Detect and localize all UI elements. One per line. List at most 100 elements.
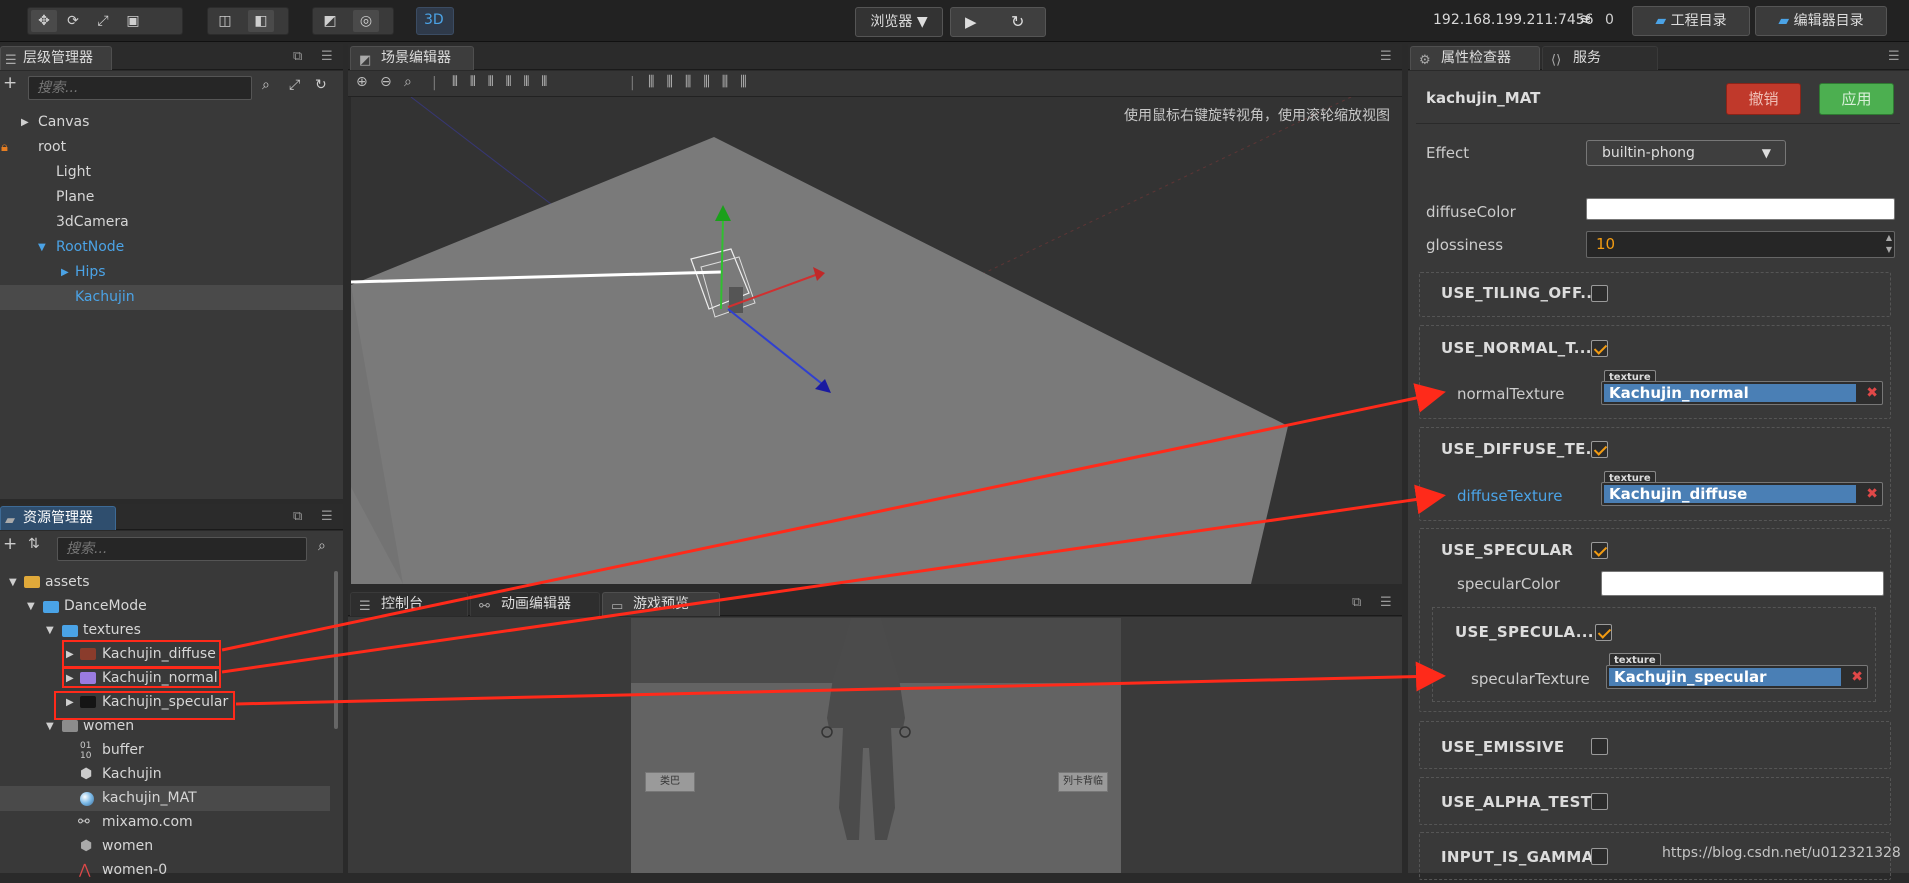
caret-down-icon[interactable]: ▼ — [27, 594, 35, 619]
caret-right-icon[interactable]: ▶ — [21, 110, 29, 135]
node-hips[interactable]: ▶ Hips — [0, 260, 343, 285]
sort-icon[interactable]: ⇅ — [28, 536, 40, 552]
browser-select[interactable]: 浏览器 ▼ — [855, 7, 943, 37]
specular-texture-field[interactable]: Kachujin_specular ✖ — [1606, 665, 1868, 689]
maximize-icon[interactable]: ⧉ — [293, 509, 302, 524]
specular-color-picker[interactable] — [1601, 571, 1884, 596]
use-tiling-label: USE_TILING_OFF... — [1441, 284, 1599, 302]
caret-down-icon[interactable]: ▼ — [46, 618, 54, 643]
apply-button[interactable]: 应用 — [1819, 83, 1894, 115]
asset-dancemode[interactable]: ▼ DanceMode — [0, 594, 330, 619]
expand-icon[interactable]: ⤢ — [289, 77, 300, 93]
maximize-icon[interactable]: ⧉ — [293, 49, 302, 64]
refresh-icon[interactable]: ↻ — [315, 77, 327, 93]
caret-down-icon[interactable]: ▼ — [9, 570, 17, 595]
maximize-icon[interactable]: ⧉ — [1352, 595, 1361, 610]
pivot-icon[interactable]: ◫ — [212, 10, 238, 32]
move-tool-icon[interactable]: ✥ — [31, 10, 57, 32]
diffuse-texture-field[interactable]: Kachujin_diffuse ✖ — [1601, 482, 1883, 506]
clear-icon[interactable]: ✖ — [1866, 384, 1878, 402]
node-light[interactable]: Light — [0, 160, 343, 185]
use-specular-checkbox[interactable] — [1591, 542, 1608, 559]
scene-viewport[interactable]: 使用鼠标右键旋转视角，使用滚轮缩放视图 — [351, 97, 1402, 584]
editor-dir-button[interactable]: ▰ 编辑器目录 — [1755, 6, 1887, 36]
use-tiling-checkbox[interactable] — [1591, 285, 1608, 302]
caret-right-icon[interactable]: ▶ — [61, 260, 69, 285]
use-emissive-label: USE_EMISSIVE — [1441, 738, 1565, 756]
scale-tool-icon[interactable]: ⤢ — [90, 10, 116, 32]
tab-game-preview[interactable]: ▭ 游戏预览 — [602, 592, 720, 616]
tab-inspector[interactable]: ⚙ 属性检查器 — [1410, 46, 1540, 70]
node-rootnode[interactable]: ▼ RootNode — [0, 235, 343, 260]
game-canvas[interactable]: 类巴 列卡背临 — [631, 618, 1121, 873]
game-right-button[interactable]: 列卡背临 — [1058, 772, 1108, 792]
center-icon[interactable]: ◧ — [248, 10, 274, 32]
add-node-icon[interactable]: + — [3, 73, 17, 93]
zoom-reset-icon[interactable]: ⌕ — [404, 74, 412, 90]
lock-icon[interactable]: 🔒︎ — [1, 135, 8, 160]
tab-service[interactable]: ⟨⟩ 服务 — [1542, 46, 1658, 70]
use-alpha-test-checkbox[interactable] — [1591, 793, 1608, 810]
refresh-icon[interactable]: ↻ — [1011, 8, 1024, 36]
effect-label: Effect — [1426, 144, 1470, 162]
node-root[interactable]: 🔒︎ root — [0, 135, 343, 160]
menu-icon[interactable]: ☰ — [321, 49, 333, 64]
node-kachujin[interactable]: Kachujin — [0, 285, 343, 310]
global-icon[interactable]: ◎ — [353, 10, 379, 32]
divider — [1416, 123, 1900, 124]
normal-texture-field[interactable]: Kachujin_normal ✖ — [1601, 381, 1883, 405]
caret-down-icon[interactable]: ▼ — [46, 714, 54, 739]
tab-console[interactable]: ☰ 控制台 — [350, 592, 468, 616]
mode-3d-toggle[interactable]: 3D — [416, 7, 454, 35]
node-plane[interactable]: Plane — [0, 185, 343, 210]
use-diffuse-checkbox[interactable] — [1591, 441, 1608, 458]
tab-animation[interactable]: ⚯ 动画编辑器 — [470, 592, 600, 616]
use-emissive-checkbox[interactable] — [1591, 738, 1608, 755]
caret-down-icon[interactable]: ▼ — [38, 235, 46, 260]
asset-kachujin-mesh[interactable]: ⬢ Kachujin — [0, 762, 330, 787]
distribute-icons[interactable]: ⫼⫼⫼⫼⫼⫼ — [648, 74, 759, 90]
zoom-out-icon[interactable]: ⊖ — [380, 74, 392, 90]
effect-select[interactable]: builtin-phong ▼ — [1586, 140, 1786, 166]
asset-mixamo[interactable]: ⚯ mixamo.com — [0, 810, 330, 835]
search-icon[interactable]: ⌕ — [318, 538, 326, 554]
asset-assets[interactable]: ▼ assets — [0, 570, 330, 595]
project-dir-button[interactable]: ▰ 工程目录 — [1632, 6, 1750, 36]
node-canvas[interactable]: ▶ Canvas — [0, 110, 343, 135]
use-normal-checkbox[interactable] — [1591, 340, 1608, 357]
rotate-tool-icon[interactable]: ⟳ — [60, 10, 86, 32]
asset-kachujin-mat[interactable]: kachujin_MAT — [0, 786, 330, 811]
stepper-icon[interactable]: ▲ ▼ — [1886, 232, 1892, 256]
scrollbar[interactable] — [334, 571, 338, 729]
tab-hierarchy[interactable]: ☰ 层级管理器 — [0, 46, 112, 70]
asset-women-0[interactable]: ⋀ women-0 — [0, 858, 330, 883]
game-left-button[interactable]: 类巴 — [645, 772, 695, 792]
input-is-gamma-checkbox[interactable] — [1591, 848, 1608, 865]
align-icons[interactable]: ⫴⫴⫴⫴⫴⫴ — [452, 74, 559, 90]
clear-icon[interactable]: ✖ — [1866, 485, 1878, 503]
search-icon[interactable]: ⌕ — [262, 77, 270, 93]
zoom-in-icon[interactable]: ⊕ — [356, 74, 368, 90]
play-icon[interactable]: ▶ — [965, 8, 977, 36]
add-asset-icon[interactable]: + — [3, 534, 17, 554]
menu-icon[interactable]: ☰ — [1380, 595, 1392, 610]
menu-icon[interactable]: ☰ — [321, 509, 333, 524]
tab-assets[interactable]: ▰ 资源管理器 — [0, 506, 116, 530]
menu-icon[interactable]: ☰ — [1380, 49, 1392, 64]
tab-scene[interactable]: ◩ 场景编辑器 — [350, 46, 474, 70]
rect-tool-icon[interactable]: ▣ — [120, 10, 146, 32]
node-3dcamera[interactable]: 3dCamera — [0, 210, 343, 235]
asset-women-prefab[interactable]: ⬢ women — [0, 834, 330, 859]
local-icon[interactable]: ◩ — [317, 10, 343, 32]
hierarchy-search-input[interactable]: 搜索... — [28, 76, 252, 100]
browser-select-label: 浏览器 — [870, 14, 913, 30]
asset-buffer[interactable]: 01 10 buffer — [0, 738, 330, 763]
revert-button[interactable]: 撤销 — [1726, 83, 1801, 115]
diffuse-color-picker[interactable] — [1586, 198, 1895, 220]
use-specular-tex-checkbox[interactable] — [1595, 624, 1612, 641]
glossiness-input[interactable]: 10 ▲ ▼ — [1586, 231, 1895, 258]
clear-icon[interactable]: ✖ — [1851, 668, 1863, 686]
assets-search-input[interactable]: 搜索... — [57, 537, 307, 561]
menu-icon[interactable]: ☰ — [1888, 49, 1900, 64]
node-label: root — [38, 139, 67, 155]
